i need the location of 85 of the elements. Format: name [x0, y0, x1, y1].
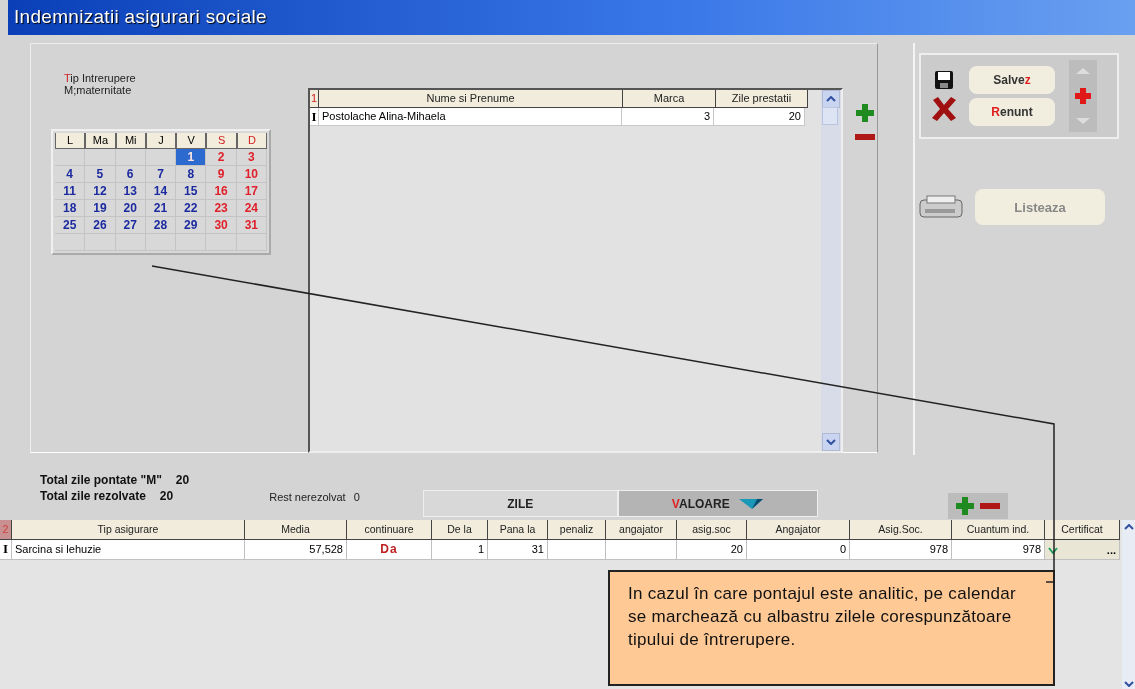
total-value: 20 — [175, 473, 190, 487]
column-header[interactable]: penaliz — [548, 520, 606, 540]
table-cell: 0 — [747, 540, 850, 560]
calendar-day[interactable]: 7 — [145, 166, 177, 183]
column-header[interactable]: Tip asigurare — [12, 520, 245, 540]
window-title: Indemnizatii asigurari sociale — [13, 5, 268, 29]
calendar-day[interactable]: 28 — [145, 217, 177, 234]
table-cell: Da — [347, 540, 432, 560]
calendar-day[interactable]: 12 — [85, 183, 116, 200]
total-value: 20 — [159, 489, 174, 503]
save-button[interactable]: Salvez — [969, 66, 1055, 94]
column-header[interactable]: Marca — [623, 90, 716, 108]
column-header[interactable]: Angajator — [747, 520, 850, 540]
column-header[interactable]: Nume si Prenume — [319, 90, 623, 108]
column-header[interactable]: Media — [245, 520, 347, 540]
calendar-day[interactable]: 19 — [85, 200, 116, 217]
calendar-day[interactable]: 5 — [85, 166, 116, 183]
column-header[interactable]: De la — [432, 520, 488, 540]
weekday-header: S — [206, 133, 237, 149]
tab[interactable]: ZILE — [422, 490, 618, 517]
table-cell: 3 — [622, 108, 714, 126]
calendar-day[interactable]: 4 — [55, 166, 86, 183]
column-header[interactable]: angajator — [606, 520, 677, 540]
column-header[interactable]: continuare — [347, 520, 432, 540]
cancel-button[interactable]: Renunt — [969, 98, 1055, 126]
weekday-header: D — [236, 133, 267, 149]
column-header[interactable]: Asig.Soc. — [850, 520, 952, 540]
weekday-header: Mi — [115, 133, 146, 149]
table-cell: 978 — [952, 540, 1045, 560]
spinner-drawing[interactable] — [1069, 60, 1097, 132]
total-label: Total zile pontate "M" — [40, 473, 162, 487]
weekday-header: J — [145, 133, 177, 149]
calendar-day[interactable]: 26 — [85, 217, 116, 234]
interruption-label: Tip Intrerupere M;maternitate — [64, 72, 136, 96]
table-cell: 20 — [714, 108, 805, 126]
calendar-day[interactable]: 21 — [145, 200, 177, 217]
table-cell: 31 — [488, 540, 548, 560]
calendar-day[interactable]: 29 — [176, 217, 207, 234]
printer-icon[interactable] — [919, 195, 963, 219]
scrollbar[interactable] — [1122, 520, 1135, 689]
calendar-day[interactable]: 13 — [115, 183, 146, 200]
calendar-day[interactable]: 6 — [115, 166, 146, 183]
tab[interactable]: VALOARE — [617, 490, 818, 517]
calendar-day[interactable]: 25 — [55, 217, 86, 234]
check-icon[interactable] — [1048, 545, 1058, 554]
plus-icon[interactable] — [856, 104, 874, 122]
calendar-empty-cell — [115, 149, 146, 166]
rest-value: 0 — [353, 491, 360, 503]
total-label: Total zile rezolvate — [40, 489, 146, 503]
weekday-header: Ma — [85, 133, 116, 149]
table-cell: 1 — [432, 540, 488, 560]
calendar-day[interactable]: 1 — [176, 149, 207, 166]
minus-icon[interactable] — [979, 503, 1000, 509]
calendar-day[interactable]: 15 — [176, 183, 207, 200]
row-cursor-icon: I — [0, 540, 12, 560]
calendar-day[interactable]: 11 — [55, 183, 86, 200]
callout-text: In cazul în care pontajul este analitic, pe calendar se marchează cu albastru zilele corespunzătoare tipului de întrerupere. — [628, 583, 1017, 651]
cross-icon[interactable] — [930, 96, 958, 122]
table-cell: 978 — [850, 540, 952, 560]
table-cell: 57,528 — [245, 540, 347, 560]
calendar-day[interactable]: 20 — [115, 200, 146, 217]
calendar-day[interactable]: 22 — [176, 200, 207, 217]
table-cell: 20 — [677, 540, 747, 560]
plus-icon[interactable] — [955, 497, 974, 515]
rest-label: Rest nerezolvat — [269, 491, 346, 503]
more-button[interactable]: ... — [1106, 543, 1116, 556]
dropdown-triangle-icon[interactable] — [737, 497, 764, 510]
calendar-empty-cell — [85, 149, 116, 166]
calendar-day[interactable]: 18 — [55, 200, 86, 217]
column-header[interactable]: asig.soc — [677, 520, 747, 540]
calendar-empty-cell — [55, 149, 86, 166]
table-cell: Postolache Alina-Mihaela — [319, 108, 622, 126]
column-header[interactable]: Cuantum ind. — [952, 520, 1045, 540]
weekday-header: L — [55, 133, 86, 149]
calendar-day[interactable]: 14 — [145, 183, 177, 200]
calendar-day[interactable]: 8 — [176, 166, 207, 183]
column-header[interactable]: Pana la — [488, 520, 548, 540]
calendar-day[interactable]: 27 — [115, 217, 146, 234]
grid-number: 2 — [0, 520, 12, 540]
weekday-header: V — [176, 133, 207, 149]
scrollbar-thumb[interactable] — [822, 107, 838, 125]
table-cell: Sarcina si lehuzie — [12, 540, 245, 560]
column-header[interactable]: Certificat — [1045, 520, 1120, 540]
column-header[interactable]: Zile prestatii — [716, 90, 808, 108]
scrollbar[interactable] — [821, 90, 841, 451]
